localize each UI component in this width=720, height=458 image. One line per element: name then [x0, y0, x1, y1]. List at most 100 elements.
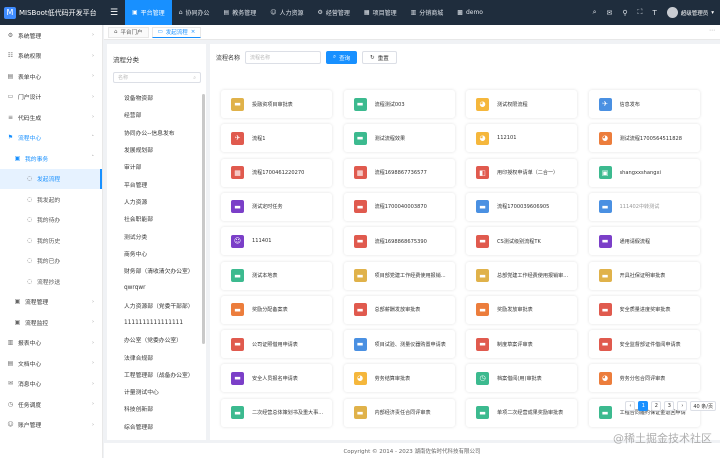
more-icon[interactable]: ⋯ [709, 27, 715, 34]
process-card[interactable]: ▬ 公司证照借用申请表 [221, 330, 332, 359]
category-item[interactable]: 测试分类 [107, 227, 206, 244]
top-menu-item[interactable]: ▩ demo [450, 0, 490, 25]
sidebar-item[interactable]: ◌ 流程抄送 [0, 271, 102, 292]
search-icon[interactable]: ⌕ [593, 8, 597, 17]
category-item[interactable]: 法律合规部 [107, 348, 206, 365]
process-card[interactable]: ▬ CS测试级别流程TK [466, 227, 577, 256]
menu-fold-icon[interactable]: ☰ [103, 0, 125, 25]
top-menu-item[interactable]: ▤ 教务管理 [217, 0, 264, 25]
process-card[interactable]: ◕ 测试流程1700564511828 [588, 124, 700, 153]
sidebar-item[interactable]: ⚑ 流程中心 ˄ [0, 128, 102, 149]
category-item[interactable]: 审计部 [107, 158, 206, 175]
process-card[interactable]: ◕ 测试权限流程 [466, 90, 577, 118]
sidebar-item[interactable]: ◌ 我的历史 [0, 230, 102, 251]
tab-portal[interactable]: ⌂ 平台门户 [108, 26, 149, 38]
sidebar-item[interactable]: ◌ 我发起的 [0, 189, 102, 210]
top-menu-item[interactable]: ⌂ 协同办公 [172, 0, 217, 25]
process-card[interactable]: ◷ 档案借阅(用)审批表 [466, 364, 577, 393]
process-card[interactable]: ▬ 111402中转测试 [588, 192, 700, 221]
category-item[interactable]: 发展规划部 [107, 141, 206, 158]
page-size-select[interactable]: 40 条/页 [690, 401, 716, 411]
sidebar-item[interactable]: ▣ 流程监控 › [0, 312, 102, 333]
category-item[interactable]: 设备物资部 [107, 89, 206, 106]
process-card[interactable]: ▬ 内部经济责任合同评审表 [343, 398, 455, 427]
category-item[interactable]: 人力资源 [107, 193, 206, 210]
process-name-input[interactable]: 流程名称 [245, 51, 322, 64]
process-card[interactable]: ▣ shangxxshangxi [588, 158, 700, 187]
process-card[interactable]: ▦ 流程1698867736577 [343, 158, 455, 187]
sidebar-item[interactable]: ◌ 我的待办 [0, 210, 102, 231]
top-menu-item[interactable]: ▥ 分销商城 [404, 0, 451, 25]
category-item[interactable]: 协同办公--信息发布 [107, 124, 206, 141]
category-item[interactable]: 办公室（党委办公室） [107, 331, 206, 348]
process-card[interactable]: ▬ 安全人员报名申请表 [221, 364, 332, 393]
process-card[interactable]: ▦ 流程1700461220270 [221, 158, 332, 187]
process-card[interactable]: ▬ 项目试验、测量仪器购置申请表 [343, 330, 455, 359]
next-page-button[interactable]: › [677, 401, 688, 411]
sidebar-item[interactable]: ☺ 账户管理 › [0, 415, 102, 436]
prev-page-button[interactable]: ‹ [625, 401, 636, 411]
process-card[interactable]: ▬ 流程1700039606905 [466, 192, 577, 221]
process-card[interactable]: ▬ 安全监督部证件借阅申请表 [588, 330, 700, 359]
process-card[interactable]: ▬ 测试本地表 [221, 261, 332, 290]
sidebar-item[interactable]: ▤ 文档中心 › [0, 353, 102, 374]
process-card[interactable]: ✈ 信息发布 [588, 90, 700, 118]
process-card[interactable]: ▬ 制度草案评审表 [466, 330, 577, 359]
process-card[interactable]: ▬ 项目部党建工作经费使用报销... [343, 261, 455, 290]
process-card[interactable]: ▬ 流程1698868675390 [343, 227, 455, 256]
sidebar-item[interactable]: ⚙ 系统管理 › [0, 25, 102, 46]
fullscreen-icon[interactable]: ⛶ [638, 8, 643, 17]
process-card[interactable]: ▬ 流程测试003 [343, 90, 455, 118]
sidebar-item[interactable]: ▣ 流程管理 › [0, 292, 102, 313]
process-card[interactable]: ✈ 流程1 [221, 124, 332, 153]
sidebar-item[interactable]: ▣ 我的事务 ˄ [0, 148, 102, 169]
category-item[interactable]: 科技创新部 [107, 400, 206, 417]
top-menu-item[interactable]: ▣ 平台管理 [125, 0, 172, 25]
sidebar-item[interactable]: ◌ 我的已办 [0, 251, 102, 272]
page-1-button[interactable]: 1 [638, 401, 649, 411]
reset-button[interactable]: ↻ 重置 [362, 51, 397, 64]
process-card[interactable]: ◧ 用印授权申请单（二合一） [466, 158, 577, 187]
category-item[interactable]: 经营部 [107, 106, 206, 123]
process-card[interactable]: ▬ 通用请假流程 [588, 227, 700, 256]
sidebar-item[interactable]: ☷ 系统权限 › [0, 46, 102, 67]
sidebar-item[interactable]: ▤ 表单中心 › [0, 66, 102, 87]
sidebar-item[interactable]: ✉ 消息中心 › [0, 374, 102, 395]
process-card[interactable]: ◕ 112101 [466, 124, 577, 153]
process-card[interactable]: ▬ 奖励发放审批表 [466, 295, 577, 324]
process-card[interactable]: ▬ 流程1700040003870 [343, 192, 455, 221]
category-item[interactable]: 财务部（清收清欠办公室） [107, 262, 206, 279]
sidebar-item[interactable]: ▥ 报表中心 › [0, 333, 102, 354]
category-item[interactable]: 平台管理 [107, 175, 206, 192]
category-item[interactable]: 商务中心 [107, 245, 206, 262]
category-item[interactable]: 计量测试中心 [107, 383, 206, 400]
sidebar-item[interactable]: ◌ 发起流程 [0, 168, 102, 189]
font-size-icon[interactable]: T [652, 9, 656, 17]
process-card[interactable]: ▬ 奖励分配备案表 [221, 295, 332, 324]
sidebar-item[interactable]: ◷ 任务调度 › [0, 394, 102, 415]
close-icon[interactable]: × [191, 29, 196, 35]
sidebar-item[interactable]: ▭ 门户设计 › [0, 87, 102, 108]
category-item[interactable]: 工程管理部（战备办公室） [107, 366, 206, 383]
user-menu[interactable]: 超级管理员 ▾ [666, 7, 714, 18]
process-card[interactable]: ◕ 劳务分包合同评审表 [588, 364, 700, 393]
process-card[interactable]: ▬ 测试流程效果 [343, 124, 455, 153]
process-card[interactable]: ◕ 劳务结算审批表 [343, 364, 455, 393]
category-search-input[interactable]: 名称 ⌕ [113, 72, 201, 83]
category-item[interactable]: 综合管理部 [107, 418, 206, 435]
scrollbar[interactable] [202, 94, 205, 344]
notification-icon[interactable]: ⚲ [622, 9, 627, 17]
process-card[interactable]: ▬ 二次经营总体策划书及重大事... [221, 398, 332, 427]
process-card[interactable]: ▬ 投融资项目审批表 [221, 90, 332, 118]
process-card[interactable]: ▬ 安全质量进度奖审批表 [588, 295, 700, 324]
page-2-button[interactable]: 2 [651, 401, 662, 411]
process-card[interactable]: ☺ 111401 [221, 227, 332, 256]
page-3-button[interactable]: 3 [664, 401, 675, 411]
top-menu-item[interactable]: ⚙ 经营管理 [310, 0, 356, 25]
category-item[interactable]: 1111111111111111 [107, 314, 206, 331]
message-icon[interactable]: ✉ [607, 9, 613, 17]
category-item[interactable]: 人力资源部（党委干部部） [107, 297, 206, 314]
process-card[interactable]: ▬ 开具社保证明审批表 [588, 261, 700, 290]
category-item[interactable]: qwrqwr [107, 279, 206, 296]
top-menu-item[interactable]: ☺ 人力资源 [263, 0, 310, 25]
